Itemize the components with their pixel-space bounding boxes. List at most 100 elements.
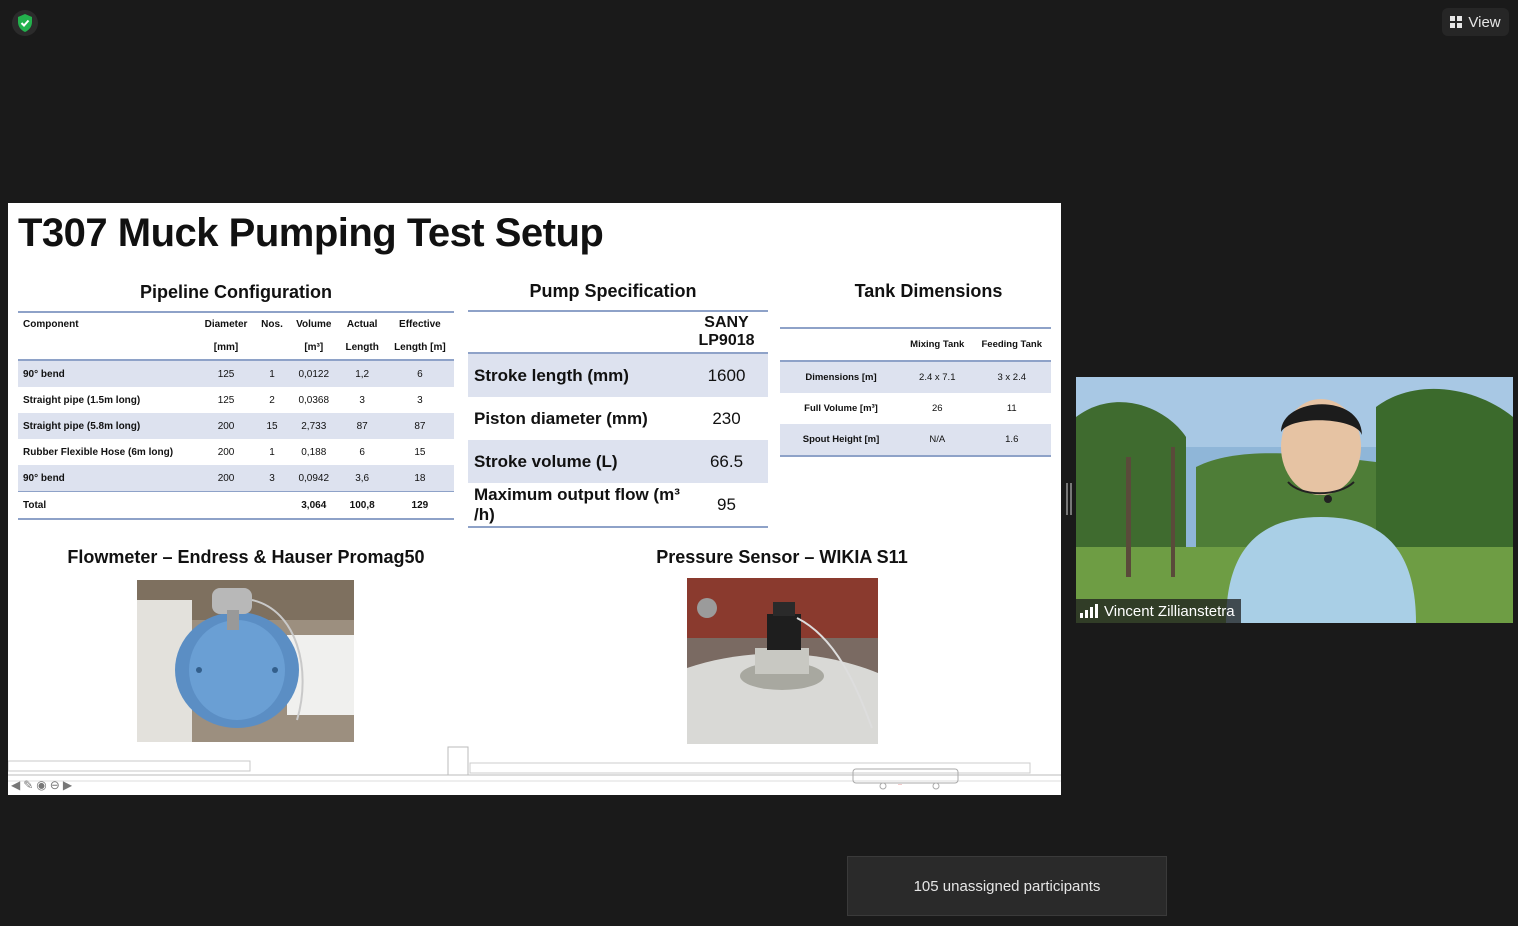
table-cell: 0,0942 <box>288 465 339 492</box>
table-cell: 6 <box>359 446 365 458</box>
flowmeter-title: Flowmeter – Endress & Hauser Promag50 <box>67 547 425 567</box>
col-header: [mm] <box>197 336 256 361</box>
table-cell: 87 <box>338 413 386 439</box>
table-cell: Full Volume [m³] <box>804 403 878 414</box>
panel-resize-handle[interactable] <box>1066 483 1072 515</box>
participant-name: Vincent Zillianstetra <box>1104 602 1235 620</box>
col-header <box>255 336 289 361</box>
table-cell: 66.5 <box>685 440 768 483</box>
table-cell: 2 <box>269 394 275 406</box>
pump-header-blank <box>468 311 685 354</box>
table-cell: 3 <box>359 394 365 406</box>
table-cell: 11 <box>1006 403 1017 414</box>
col-header: Length <box>338 336 386 361</box>
col-header: [m³] <box>288 336 339 361</box>
col-header: Mixing Tank <box>902 328 973 362</box>
table-cell: Spout Height [m] <box>780 424 902 456</box>
table-cell: 6 <box>385 360 454 387</box>
table-row: Piston diameter (mm) 230 <box>468 397 768 440</box>
table-cell: 90° bend <box>18 360 197 387</box>
next-slide-icon[interactable]: ▶ <box>63 778 72 792</box>
table-cell: 100,8 <box>338 491 386 519</box>
table-row: Spout Height [m] N/A 1.6 <box>780 424 1051 456</box>
unassigned-participants-banner[interactable]: 105 unassigned participants <box>847 856 1167 916</box>
table-cell: 15 <box>255 413 289 439</box>
table-row: Rubber Flexible Hose (6m long) 200 1 0,1… <box>18 439 454 465</box>
pipeline-header-row: Component Diameter Nos. Volume Actual Ef… <box>18 312 454 336</box>
col-header <box>780 328 902 362</box>
connection-signal-icon <box>1080 604 1098 618</box>
pipeline-header-units-row: [mm] [m³] Length Length [m] <box>18 336 454 361</box>
table-cell: Piston diameter (mm) <box>474 408 648 428</box>
pipeline-title: Pipeline Configuration <box>140 282 332 302</box>
table-cell: 3 x 2.4 <box>972 361 1051 393</box>
zoom-icon[interactable]: ◉ <box>36 778 46 792</box>
table-cell: 1.6 <box>972 424 1051 456</box>
pressure-sensor-title: Pressure Sensor – WIKIA S11 <box>656 547 908 567</box>
table-cell <box>197 491 256 519</box>
more-icon[interactable]: ⊖ <box>50 778 60 792</box>
shared-slide: T307 Muck Pumping Test Setup Pipeline Co… <box>8 203 1061 795</box>
table-cell: 1 <box>255 360 289 387</box>
pen-icon[interactable]: ✎ <box>23 778 33 792</box>
table-cell: 3,6 <box>338 465 386 492</box>
table-cell: Stroke volume (L) <box>468 440 685 483</box>
table-cell: 18 <box>385 465 454 492</box>
table-row: Straight pipe (5.8m long) 200 15 2,733 8… <box>18 413 454 439</box>
tank-title: Tank Dimensions <box>854 281 1003 301</box>
table-cell: 125 <box>217 394 235 406</box>
pump-title: Pump Specification <box>529 281 697 301</box>
table-cell: 90° bend <box>18 465 197 492</box>
slide-controls: ◀ ✎ ◉ ⊖ ▶ <box>11 778 72 792</box>
table-cell: 0,188 <box>301 446 327 458</box>
col-header: Nos. <box>261 319 283 330</box>
col-header: Effective <box>399 319 441 330</box>
table-cell: Straight pipe (5.8m long) <box>18 413 197 439</box>
col-header <box>18 336 197 361</box>
pump-table: SANY LP9018 Stroke length (mm) 1600 Pist… <box>468 310 768 528</box>
participant-name-tag: Vincent Zillianstetra <box>1076 599 1241 623</box>
table-cell: 1,2 <box>338 360 386 387</box>
tank-table: Mixing Tank Feeding Tank Dimensions [m] … <box>780 327 1051 457</box>
slide-title: T307 Muck Pumping Test Setup <box>18 211 604 255</box>
view-button-label: View <box>1468 13 1501 31</box>
svg-text:—: — <box>898 781 902 786</box>
table-cell: Rubber Flexible Hose (6m long) <box>23 446 174 458</box>
table-cell: 0,0368 <box>298 394 330 406</box>
table-cell: 1 <box>269 446 275 458</box>
col-header: Actual <box>346 319 378 330</box>
table-cell: Total <box>18 491 197 519</box>
pump-model: SANY LP9018 <box>685 311 768 354</box>
unassigned-participants-text: 105 unassigned participants <box>913 877 1101 895</box>
table-cell: 129 <box>385 491 454 519</box>
security-shield-icon[interactable] <box>12 10 38 36</box>
table-cell: 87 <box>385 413 454 439</box>
col-header: Volume <box>296 319 332 330</box>
table-cell: Stroke length (mm) <box>468 353 685 397</box>
col-header: Diameter <box>204 319 248 330</box>
table-row: Stroke length (mm) 1600 <box>468 353 768 397</box>
view-button[interactable]: View <box>1442 8 1509 36</box>
table-cell: Straight pipe (1.5m long) <box>23 394 141 406</box>
table-cell: Dimensions [m] <box>780 361 902 393</box>
table-cell: 26 <box>931 403 943 414</box>
table-row: Dimensions [m] 2.4 x 7.1 3 x 2.4 <box>780 361 1051 393</box>
table-cell: 3 <box>417 394 423 406</box>
participant-video[interactable]: Vincent Zillianstetra <box>1076 377 1513 623</box>
table-cell: 200 <box>197 413 256 439</box>
slide-footer-skyline: — <box>8 741 1061 795</box>
table-row: Stroke volume (L) 66.5 <box>468 440 768 483</box>
table-row: Maximum output flow (m³ /h) 95 <box>468 483 768 527</box>
table-cell: 3 <box>255 465 289 492</box>
table-cell: 200 <box>197 465 256 492</box>
table-cell: 0,0122 <box>288 360 339 387</box>
table-cell: N/A <box>902 424 973 456</box>
col-header: Length [m] <box>385 336 454 361</box>
pump-header-row: SANY LP9018 <box>468 311 768 354</box>
table-cell <box>255 491 289 519</box>
table-cell: Maximum output flow (m³ /h) <box>474 484 680 524</box>
table-cell: 3,064 <box>288 491 339 519</box>
prev-slide-icon[interactable]: ◀ <box>11 778 20 792</box>
tank-header-row: Mixing Tank Feeding Tank <box>780 328 1051 362</box>
table-cell: 2,733 <box>288 413 339 439</box>
